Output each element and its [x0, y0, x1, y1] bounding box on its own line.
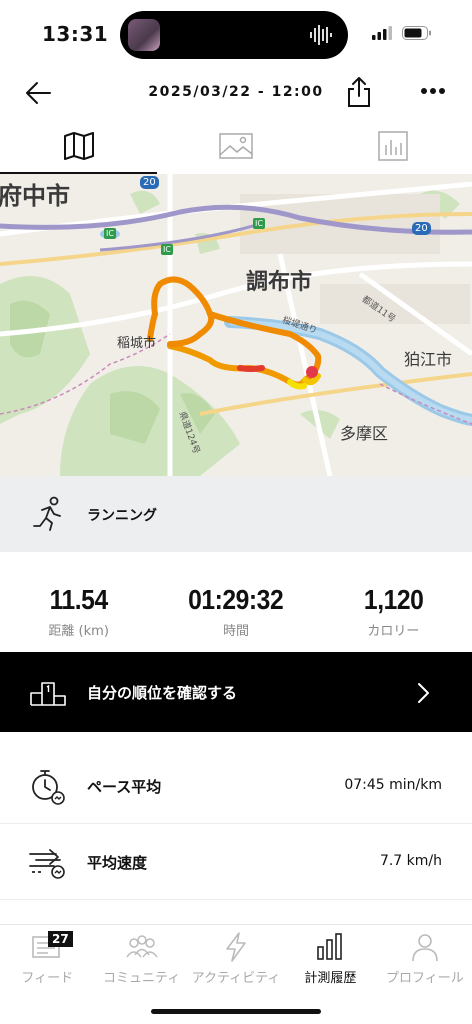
nav-feed[interactable]: 27 フィード [0, 925, 94, 991]
home-indicator[interactable] [151, 1009, 321, 1014]
tab-charts[interactable] [315, 118, 472, 174]
now-playing-artwork [128, 19, 160, 51]
map-label-tama: 多摩区 [340, 424, 389, 443]
dynamic-island[interactable] [120, 11, 348, 59]
stat-value: 1,120 [363, 584, 424, 615]
activity-icon [226, 932, 246, 962]
stat-value: 01:29:32 [188, 584, 284, 615]
status-time: 13:31 [42, 22, 109, 46]
detail-tabs [0, 118, 472, 174]
running-icon [33, 496, 61, 531]
nav-label: アクティビティ [191, 971, 281, 986]
feed-badge: 27 [48, 931, 73, 947]
speed-icon [29, 849, 65, 879]
stat-label: カロリー [367, 624, 420, 639]
share-icon[interactable] [345, 76, 373, 108]
more-icon[interactable] [420, 86, 446, 96]
map-icon [63, 132, 94, 160]
page-title: 2025/03/22 - 12:00 [148, 84, 324, 100]
stat-calories: 1,120 カロリー [315, 552, 472, 652]
nav-history[interactable]: 計測履歴 [283, 925, 377, 991]
route-map[interactable]: 府中市 調布市 稲城市 狛江市 多摩区 桜堤通り 都道11号 県道124号 20… [0, 174, 472, 476]
route-20-badge: 20 [140, 176, 159, 189]
map-label-inagi: 稲城市 [117, 336, 157, 351]
nav-label: 計測履歴 [304, 971, 357, 986]
nav-label: フィード [21, 971, 74, 986]
audio-wave-icon [310, 25, 332, 45]
header: 2025/03/22 - 12:00 [0, 70, 472, 118]
nav-label: プロフィール [385, 971, 464, 986]
stat-label: 距離 (km) [48, 624, 109, 639]
summary-stats: 11.54 距離 (km) 01:29:32 時間 1,120 カロリー [0, 552, 472, 652]
stat-value: 11.54 [49, 584, 109, 615]
metric-row-speed: 平均速度 7.7 km/h [0, 824, 472, 900]
metric-name: ペース平均 [87, 778, 162, 796]
podium-icon [30, 682, 66, 706]
ranking-button[interactable]: 自分の順位を確認する [0, 652, 472, 732]
profile-icon [412, 934, 438, 962]
status-bar: 13:31 [0, 0, 472, 70]
nav-profile[interactable]: プロフィール [378, 925, 472, 991]
stat-time: 01:29:32 時間 [157, 552, 314, 652]
metric-value: 07:45 min/km [344, 777, 442, 793]
community-icon [125, 935, 158, 958]
tab-photos[interactable] [157, 118, 314, 174]
bottom-nav: 27 フィード コミュニティ アクティビティ 計測履歴 プロフィール [0, 924, 472, 1024]
chevron-right-icon [418, 683, 429, 703]
map-label-fuchu: 府中市 [0, 182, 70, 210]
signal-icon [372, 26, 392, 40]
activity-type-bar: ランニング [0, 476, 472, 552]
ranking-label: 自分の順位を確認する [87, 684, 238, 702]
ic-badge-3: IC [253, 218, 265, 229]
bar-chart-icon [378, 131, 409, 161]
map-label-komae: 狛江市 [404, 350, 453, 369]
activity-type-label: ランニング [87, 508, 157, 524]
battery-icon [402, 26, 431, 40]
history-icon [317, 933, 343, 960]
nav-label: コミュニティ [102, 971, 181, 986]
nav-activity[interactable]: アクティビティ [189, 925, 283, 991]
image-icon [219, 133, 253, 159]
metric-value: 7.7 km/h [379, 853, 442, 869]
stopwatch-icon [32, 770, 65, 805]
stat-distance: 11.54 距離 (km) [0, 552, 157, 652]
ic-badge-2: IC [161, 244, 173, 255]
map-label-chofu: 調布市 [246, 270, 313, 295]
tab-map[interactable] [0, 118, 158, 174]
nav-community[interactable]: コミュニティ [94, 925, 188, 991]
route-20-badge-2: 20 [412, 222, 431, 235]
metric-name: 平均速度 [87, 854, 148, 872]
metric-row-pace: ペース平均 07:45 min/km [0, 748, 472, 824]
stat-label: 時間 [222, 624, 249, 639]
map-canvas [0, 174, 472, 476]
ic-badge: IC [104, 228, 116, 239]
